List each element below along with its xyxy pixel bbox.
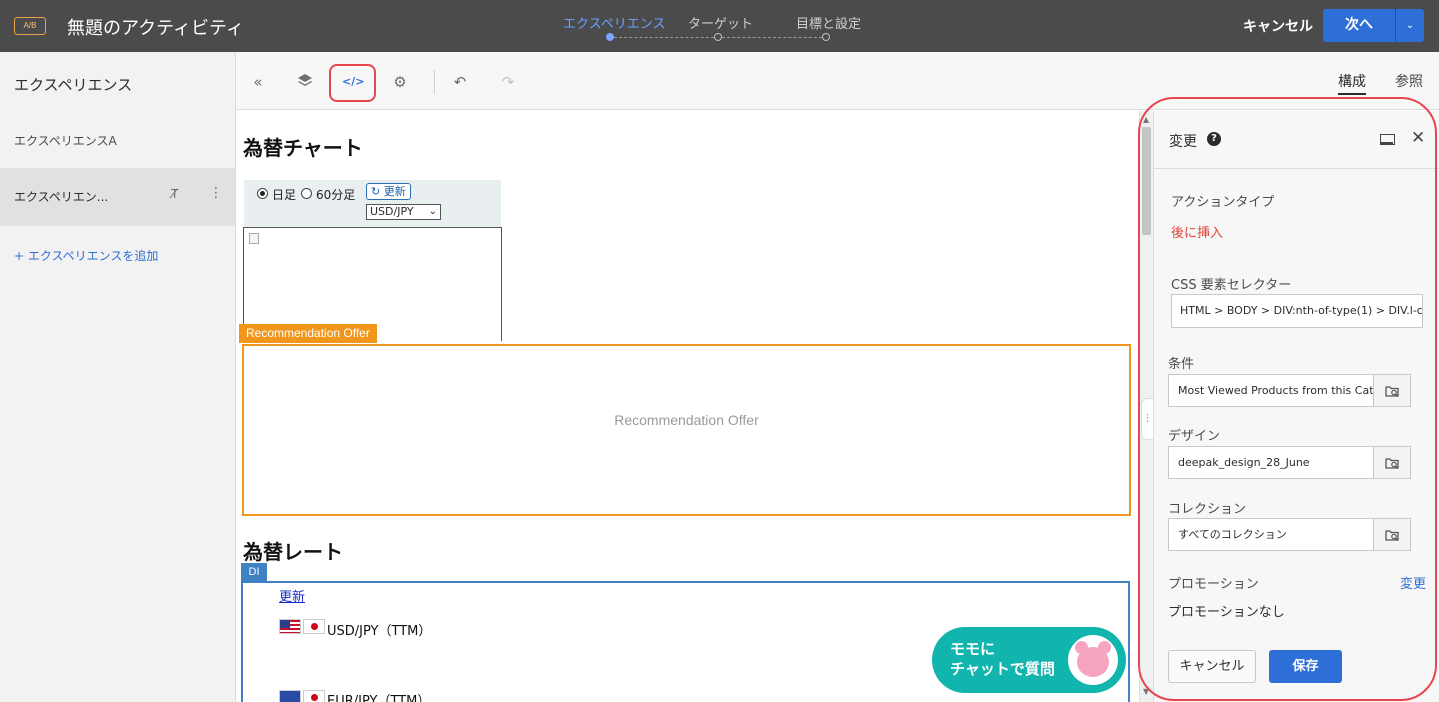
step-target[interactable]: ターゲット [688,13,753,32]
radio-60min[interactable] [301,188,312,199]
recommendation-offer-tag[interactable]: Recommendation Offer [239,324,377,343]
page-preview-canvas[interactable]: 為替チャート 日足 60分足 ↻ 更新 USD/JPY ⌄ Recommendat… [236,111,1139,702]
close-icon[interactable]: ✕ [1411,128,1425,148]
rate-eur-jpy: EUR/JPY（TTM） [327,694,431,702]
jp-flag-icon [303,619,325,634]
next-button[interactable]: 次へ [1323,9,1395,42]
recommendation-offer-box[interactable]: Recommendation Offer [242,344,1131,516]
chevron-down-icon: ⌄ [428,206,437,217]
condition-field[interactable]: Most Viewed Products from this Catego [1168,374,1374,407]
css-selector-label: CSS 要素セレクター [1171,278,1292,293]
editor-toolbar: « </> ⚙ ↶ ↷ 構成 参照 [236,52,1439,110]
chat-widget-text: モモに チャットで質問 [950,639,1055,679]
chart-refresh-label: 更新 [383,185,406,198]
dock-panel-icon[interactable] [1380,134,1395,145]
refresh-icon: ↻ [371,185,384,198]
design-label: デザイン [1168,429,1221,444]
ab-activity-badge: A/B [14,17,46,35]
panel-save-button[interactable]: 保存 [1269,650,1342,683]
step-connector [614,37,714,38]
modification-panel: 変更 ? ✕ アクションタイプ 後に挿入 CSS 要素セレクター HTML > … [1153,111,1439,702]
sidebar-item-label: エクスペリエン... [14,190,109,204]
rename-icon[interactable]: T̸ [171,187,178,201]
panel-resize-handle[interactable]: ⋮ [1141,398,1153,440]
experience-sidebar: エクスペリエンス エクスペリエンスA エクスペリエン... T̸ ⋮ + エクス… [0,52,236,702]
step-dot-goals [822,33,830,41]
step-experience[interactable]: エクスペリエンス [563,13,665,32]
radio-daily[interactable] [257,188,268,199]
sidebar-item-experience-a[interactable]: エクスペリエンスA [14,132,117,149]
top-bar: A/B 無題のアクティビティ エクスペリエンス ターゲット 目標と設定 キャンセ… [0,0,1439,52]
gear-icon[interactable]: ⚙ [390,72,410,92]
condition-label: 条件 [1168,357,1195,372]
step-connector [722,37,822,38]
code-icon[interactable]: </> [342,72,364,92]
currency-pair-select[interactable]: USD/JPY ⌄ [366,204,441,220]
design-picker-button[interactable] [1374,446,1411,479]
step-dot-target [714,33,722,41]
chart-heading[interactable]: 為替チャート [243,132,363,161]
promotion-value: プロモーションなし [1168,605,1285,620]
us-flag-icon [279,619,301,634]
panel-title: 変更 [1169,134,1197,150]
rate-heading[interactable]: 為替レート [243,536,343,565]
rate-usd-jpy: USD/JPY（TTM） [327,624,432,639]
workflow-steps: エクスペリエンス ターゲット 目標と設定 [560,0,870,52]
chart-controls: 日足 60分足 ↻ 更新 USD/JPY ⌄ [244,180,501,227]
chat-line-2: チャットで質問 [950,660,1055,678]
activity-title[interactable]: 無題のアクティビティ [67,14,244,40]
redo-icon[interactable]: ↷ [498,72,518,92]
rate-refresh-link[interactable]: 更新 [279,586,305,605]
scroll-down-icon[interactable]: ▼ [1143,687,1149,696]
broken-image-icon [249,233,259,244]
bear-face [1077,647,1109,677]
condition-picker-button[interactable] [1374,374,1411,407]
action-type-value[interactable]: 後に挿入 [1171,222,1223,241]
folder-search-icon [1385,458,1399,469]
panel-cancel-button[interactable]: キャンセル [1168,650,1256,683]
recommendation-offer-placeholder: Recommendation Offer [614,412,759,428]
bear-mascot-icon [1068,635,1118,685]
chart-refresh-button[interactable]: ↻ 更新 [366,183,411,200]
radio-daily-label: 日足 [272,188,297,202]
help-icon[interactable]: ? [1207,132,1221,146]
step-goals-settings[interactable]: 目標と設定 [796,13,861,32]
chat-widget[interactable]: モモに チャットで質問 [932,627,1126,693]
layers-icon[interactable] [295,72,315,92]
step-dot-experience [606,33,614,41]
tab-compose[interactable]: 構成 [1338,71,1366,95]
action-type-label: アクションタイプ [1171,195,1275,210]
next-dropdown-button[interactable]: ⌄ [1396,9,1424,42]
collection-label: コレクション [1168,502,1247,517]
more-options-icon[interactable]: ⋮ [209,185,223,201]
undo-icon[interactable]: ↶ [450,72,470,92]
collection-picker-button[interactable] [1374,518,1411,551]
folder-search-icon [1385,386,1399,397]
design-field[interactable]: deepak_design_28_June [1168,446,1374,479]
promotion-label: プロモーション [1168,577,1259,592]
css-selector-field[interactable]: HTML > BODY > DIV:nth-of-type(1) > DIV.l… [1171,294,1423,328]
add-experience-link[interactable]: + エクスペリエンスを追加 [14,247,158,264]
panel-header: 変更 ? ✕ [1154,111,1439,169]
scrollbar-thumb[interactable] [1142,127,1151,235]
chat-line-1: モモに [950,640,996,658]
toolbar-divider [434,70,435,94]
promotion-change-link[interactable]: 変更 [1400,573,1426,592]
sidebar-item-experience-b[interactable]: エクスペリエン... T̸ ⋮ [0,168,235,226]
collection-field[interactable]: すべてのコレクション [1168,518,1374,551]
sidebar-title: エクスペリエンス [14,76,133,94]
folder-search-icon [1385,530,1399,541]
di-tag[interactable]: DI [241,563,267,581]
chevron-down-icon: ⌄ [1405,20,1415,31]
scroll-up-icon[interactable]: ▲ [1143,115,1149,124]
radio-60min-label: 60分足 [316,188,356,202]
cancel-button[interactable]: キャンセル [1243,16,1313,36]
tab-browse[interactable]: 参照 [1395,71,1423,91]
eu-flag-icon [279,690,301,702]
currency-pair-value: USD/JPY [370,205,414,218]
jp-flag-icon [303,690,325,702]
double-chevron-left-icon[interactable]: « [248,72,268,92]
